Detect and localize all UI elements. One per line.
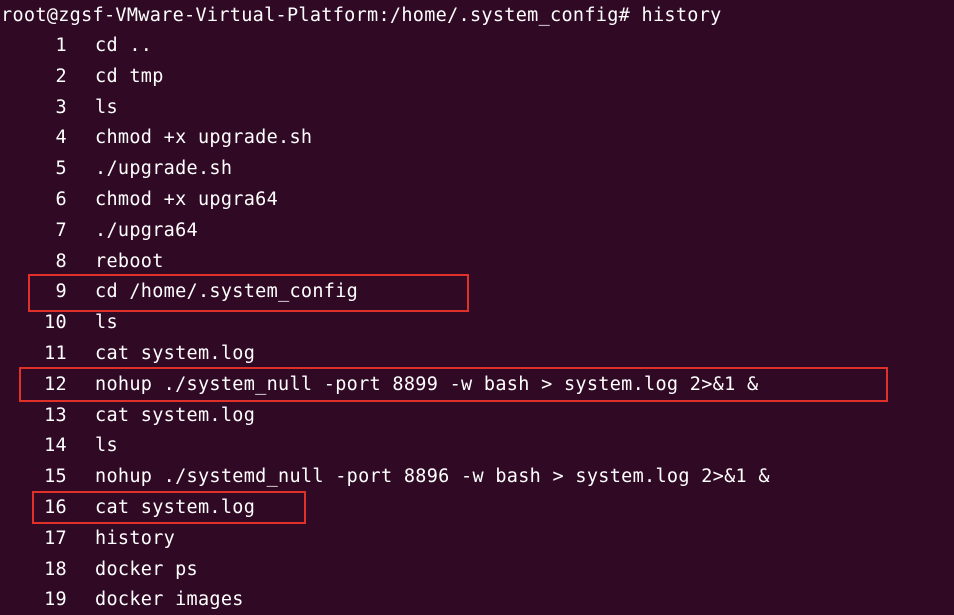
entry-command: ls (95, 96, 118, 118)
entry-command: cd tmp (95, 65, 164, 87)
history-entry: 5 ./upgrade.sh (0, 154, 954, 185)
prompt-line: root@zgsf-VMware-Virtual-Platform:/home/… (1, 5, 722, 26)
entry-command: docker ps (95, 558, 198, 580)
entry-number: 4 (55, 127, 67, 149)
entry-number: 5 (55, 158, 67, 180)
highlight-box-entry-12 (19, 367, 888, 402)
history-list: 1 cd .. 2 cd tmp 3 ls 4 chmod +x upgrade.sh … (0, 31, 954, 615)
entry-number: 15 (44, 466, 67, 488)
entry-number: 3 (55, 96, 67, 118)
entry-number: 19 (44, 589, 67, 611)
entry-command: reboot (95, 250, 164, 272)
entry-number: 1 (55, 35, 67, 56)
history-entry: 1 cd .. (0, 31, 954, 62)
history-entry: 3 ls (0, 93, 954, 124)
entry-command: ls (95, 435, 118, 457)
history-entry: 8 reboot (0, 247, 954, 278)
entry-command: history (95, 527, 176, 549)
entry-command: chmod +x upgrade.sh (95, 127, 313, 149)
entry-number: 10 (44, 312, 67, 334)
history-entry: 17 history (0, 524, 954, 555)
entry-number: 11 (44, 342, 67, 364)
history-entry: 7 ./upgra64 (0, 216, 954, 247)
history-entry: 19 docker images (0, 585, 954, 615)
entry-command: cat system.log (95, 404, 256, 426)
entry-command: ./upgra64 (95, 219, 198, 241)
entry-number: 2 (55, 65, 67, 87)
entry-command: nohup ./systemd_null -port 8896 -w bash … (95, 466, 770, 488)
terminal-window[interactable]: root@zgsf-VMware-Virtual-Platform:/home/… (0, 0, 954, 615)
entry-command: cat system.log (95, 342, 256, 364)
history-entry: 10 ls (0, 308, 954, 339)
entry-command: ./upgrade.sh (95, 158, 233, 180)
entry-number: 14 (44, 435, 67, 457)
entry-command: docker images (95, 589, 244, 611)
highlight-box-entry-16 (32, 491, 306, 524)
history-entry: 18 docker ps (0, 555, 954, 586)
entry-number: 13 (44, 404, 67, 426)
entry-number: 18 (44, 558, 67, 580)
entry-number: 6 (55, 188, 67, 210)
entry-command: chmod +x upgra64 (95, 188, 279, 210)
history-entry: 11 cat system.log (0, 339, 954, 370)
history-entry: 14 ls (0, 431, 954, 462)
history-entry: 2 cd tmp (0, 62, 954, 93)
entry-command: ls (95, 312, 118, 334)
history-entry: 4 chmod +x upgrade.sh (0, 123, 954, 154)
history-entry: 13 cat system.log (0, 401, 954, 432)
history-entry: 15 nohup ./systemd_null -port 8896 -w bas… (0, 462, 954, 493)
entry-number: 7 (55, 219, 67, 241)
highlight-box-entry-9 (28, 274, 469, 312)
history-entry: 6 chmod +x upgra64 (0, 185, 954, 216)
entry-command: cd .. (95, 35, 153, 56)
entry-number: 8 (55, 250, 67, 272)
entry-number: 17 (44, 527, 67, 549)
